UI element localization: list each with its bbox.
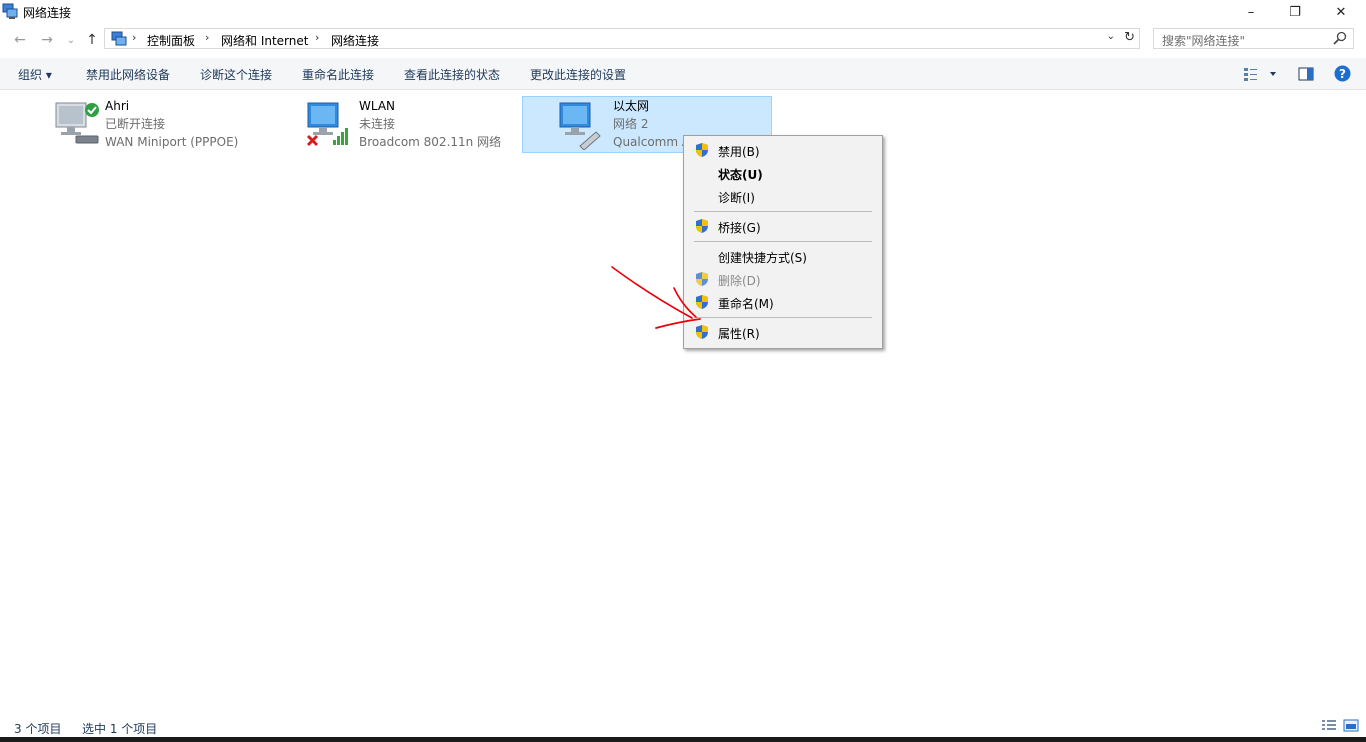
menu-item-rename[interactable]: 重命名(M) — [718, 295, 774, 312]
address-history-dropdown[interactable]: ⌄ — [1107, 31, 1115, 42]
uac-shield-icon — [696, 143, 708, 157]
help-icon[interactable]: ? — [1334, 65, 1351, 82]
change-settings-button[interactable]: 更改此连接的设置 — [530, 66, 626, 83]
menu-item-diagnose[interactable]: 诊断(I) — [718, 189, 755, 206]
large-icons-view-icon[interactable] — [1343, 719, 1359, 732]
svg-text:?: ? — [1339, 67, 1346, 81]
connection-device: Broadcom 802.11n 网络 — [359, 135, 502, 149]
view-options-icon[interactable] — [1243, 67, 1277, 81]
address-bar[interactable]: › 控制面板 › 网络和 Internet › 网络连接 ⌄ ↻ — [104, 28, 1140, 49]
recent-locations-button[interactable]: ⌄ — [61, 30, 81, 50]
broadband-connection-icon — [55, 102, 99, 144]
forward-button[interactable]: → — [37, 30, 57, 50]
menu-item-delete: 删除(D) — [718, 274, 761, 288]
search-icon[interactable] — [1333, 31, 1347, 45]
menu-item-properties[interactable]: 属性(R) — [718, 325, 760, 342]
menu-item-disable[interactable]: 禁用(B) — [718, 143, 760, 160]
menu-item-create-shortcut[interactable]: 创建快捷方式(S) — [718, 249, 807, 266]
network-connections-icon — [2, 3, 18, 19]
preview-pane-icon[interactable] — [1298, 67, 1314, 81]
wireless-connection-icon — [306, 102, 348, 147]
annotation-arrow — [611, 266, 701, 329]
connection-device: WAN Miniport (PPPOE) — [105, 135, 239, 149]
breadcrumb-network-internet[interactable]: 网络和 Internet — [221, 32, 308, 49]
connection-status: 未连接 — [359, 117, 396, 131]
connection-item-wlan[interactable]: WLAN 未连接 Broadcom 802.11n 网络 — [304, 96, 514, 153]
status-bar: 3 个项目 选中 1 个项目 — [0, 716, 1366, 736]
command-bar: 组织 ▾ 禁用此网络设备 诊断这个连接 重命名此连接 查看此连接的状态 更改此连… — [0, 58, 1366, 90]
details-view-icon[interactable] — [1321, 719, 1337, 732]
taskbar-edge — [0, 737, 1366, 742]
view-status-button[interactable]: 查看此连接的状态 — [404, 66, 500, 83]
window-title: 网络连接 — [23, 6, 72, 20]
ethernet-connection-icon — [559, 102, 601, 150]
search-box[interactable]: 搜索"网络连接" — [1153, 28, 1354, 49]
connection-device: Qualcomm A — [613, 135, 691, 149]
context-menu: 禁用(B) 状态(U) 诊断(I) 桥接(G) 创建快捷方式(S) 删除(D) … — [683, 135, 883, 349]
organize-button[interactable]: 组织 ▾ — [18, 66, 52, 83]
disable-device-button[interactable]: 禁用此网络设备 — [86, 66, 170, 83]
title-bar: 网络连接 – ❐ ✕ — [0, 0, 1366, 24]
minimize-button[interactable]: – — [1228, 0, 1274, 24]
network-folder-icon — [111, 31, 127, 46]
breadcrumb-network-connections[interactable]: 网络连接 — [331, 32, 379, 49]
diagnose-connection-button[interactable]: 诊断这个连接 — [200, 66, 272, 83]
connection-name: WLAN — [359, 99, 396, 113]
connection-status: 已断开连接 — [105, 117, 166, 131]
menu-separator — [694, 317, 872, 318]
breadcrumb-separator[interactable]: › — [315, 31, 319, 44]
back-button[interactable]: ← — [10, 30, 30, 50]
refresh-button[interactable]: ↻ — [1124, 30, 1135, 45]
up-button[interactable]: ↑ — [82, 30, 102, 50]
uac-shield-icon — [696, 219, 708, 233]
connection-name: 以太网 — [613, 99, 650, 113]
close-button[interactable]: ✕ — [1318, 0, 1364, 24]
connection-status: 网络 2 — [613, 117, 649, 131]
menu-item-status[interactable]: 状态(U) — [718, 166, 763, 183]
breadcrumb-separator[interactable]: › — [132, 31, 136, 44]
maximize-button[interactable]: ❐ — [1272, 0, 1318, 24]
rename-connection-button[interactable]: 重命名此连接 — [302, 66, 374, 83]
menu-separator — [694, 241, 872, 242]
connection-item-ahri[interactable]: Ahri 已断开连接 WAN Miniport (PPPOE) — [50, 96, 290, 153]
menu-separator — [694, 211, 872, 212]
search-input[interactable]: 搜索"网络连接" — [1162, 32, 1245, 49]
breadcrumb-control-panel[interactable]: 控制面板 — [147, 32, 195, 49]
breadcrumb-separator[interactable]: › — [205, 31, 209, 44]
connection-name: Ahri — [105, 99, 130, 113]
selection-count: 选中 1 个项目 — [82, 722, 158, 736]
item-count: 3 个项目 — [14, 722, 62, 736]
menu-item-bridge[interactable]: 桥接(G) — [718, 219, 761, 236]
